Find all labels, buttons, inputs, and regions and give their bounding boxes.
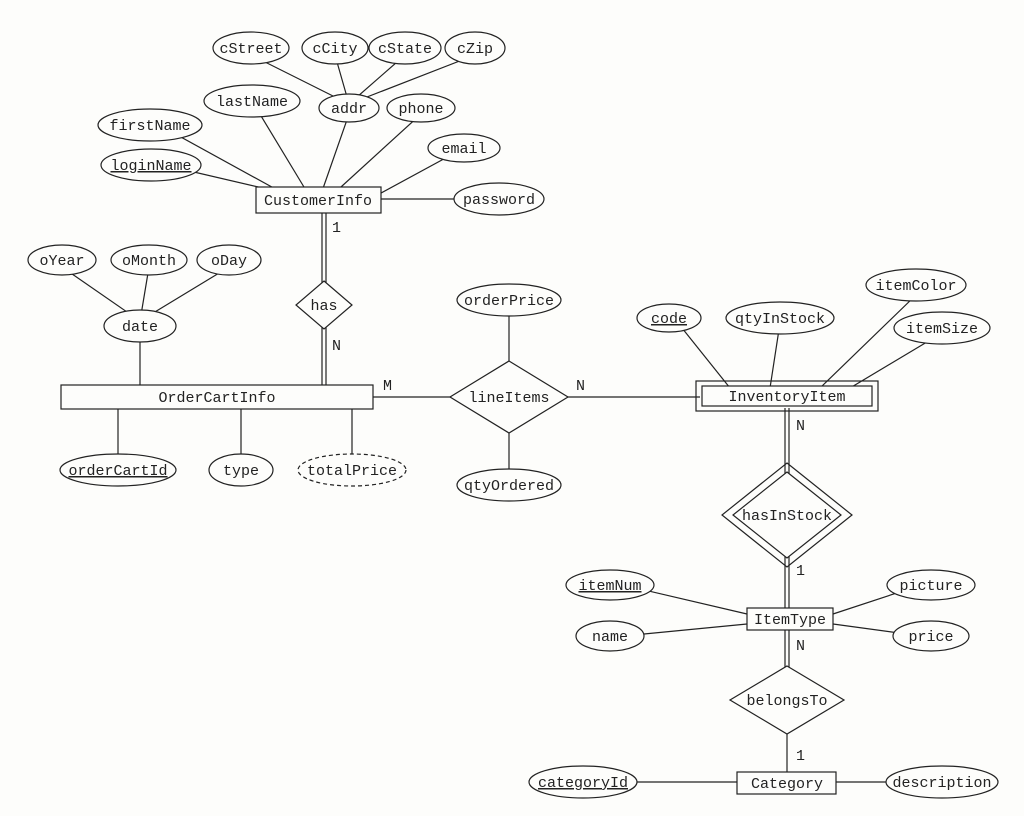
er-diagram: 1 N M N N 1 N 1 Customer <box>0 0 1024 816</box>
entity-ordercartinfo: OrderCartInfo <box>61 385 373 409</box>
attr-ordercartid-label: orderCartId <box>68 463 167 480</box>
attr-omonth: oMonth <box>111 245 187 275</box>
attr-ordercartid: orderCartId <box>60 454 176 486</box>
attr-phone: phone <box>387 94 455 122</box>
card-inv-hasstock: N <box>796 418 805 435</box>
attr-qtyinstock-label: qtyInStock <box>735 311 825 328</box>
attr-type: type <box>209 454 273 486</box>
rel-belongsto: belongsTo <box>730 666 844 734</box>
card-itemtype-belongs: N <box>796 638 805 655</box>
line-inv-code <box>678 323 730 388</box>
attr-name-label: name <box>592 629 628 646</box>
rel-belongsto-label: belongsTo <box>746 693 827 710</box>
attr-itemcolor-label: itemColor <box>875 278 956 295</box>
attr-totalprice-label: totalPrice <box>307 463 397 480</box>
attr-itemnum-label: itemNum <box>578 578 641 595</box>
attr-firstname-label: firstName <box>109 118 190 135</box>
rel-has-label: has <box>310 298 337 315</box>
attr-orderprice: orderPrice <box>457 284 561 316</box>
card-lineitems-inv: N <box>576 378 585 395</box>
attr-price: price <box>893 621 969 651</box>
entity-customerinfo-label: CustomerInfo <box>264 193 372 210</box>
attr-itemnum: itemNum <box>566 570 654 600</box>
attr-email-label: email <box>441 141 486 158</box>
rel-lineitems-label: lineItems <box>468 390 549 407</box>
attr-cstate-label: cState <box>378 41 432 58</box>
attr-categoryid-label: categoryId <box>538 775 628 792</box>
attr-phone-label: phone <box>398 101 443 118</box>
attr-czip-label: cZip <box>457 41 493 58</box>
entity-ordercartinfo-label: OrderCartInfo <box>158 390 275 407</box>
card-order-lineitems: M <box>383 378 392 395</box>
attr-addr: addr <box>319 94 379 122</box>
line-cust-phone <box>330 114 421 197</box>
attr-code: code <box>637 304 701 332</box>
attr-oday: oDay <box>197 245 261 275</box>
attr-categoryid: categoryId <box>529 766 637 798</box>
attr-czip: cZip <box>445 32 505 64</box>
attr-qtyinstock: qtyInStock <box>726 302 834 334</box>
attr-itemcolor: itemColor <box>866 269 966 301</box>
attr-date-label: date <box>122 319 158 336</box>
attr-code-label: code <box>651 311 687 328</box>
attr-email: email <box>428 134 500 162</box>
entity-inventoryitem-label: InventoryItem <box>728 389 845 406</box>
attr-qtyordered: qtyOrdered <box>457 469 561 501</box>
attr-oday-label: oDay <box>211 253 247 270</box>
attr-qtyordered-label: qtyOrdered <box>464 478 554 495</box>
attr-ccity: cCity <box>302 32 368 64</box>
entity-inventoryitem: InventoryItem <box>696 381 878 411</box>
attr-lastname: lastName <box>204 85 300 117</box>
attr-firstname: firstName <box>98 109 202 141</box>
entity-category-label: Category <box>751 776 823 793</box>
rel-has: has <box>296 281 352 329</box>
card-belongs-category: 1 <box>796 748 805 765</box>
attr-ccity-label: cCity <box>312 41 357 58</box>
card-cust-has: 1 <box>332 220 341 237</box>
attr-totalprice: totalPrice <box>298 454 406 486</box>
entity-category: Category <box>737 772 836 794</box>
attr-date: date <box>104 310 176 342</box>
attr-picture: picture <box>887 570 975 600</box>
attr-password: password <box>454 183 544 215</box>
rel-hasinstock-label: hasInStock <box>742 508 832 525</box>
attr-oyear-label: oYear <box>39 253 84 270</box>
attr-addr-label: addr <box>331 101 367 118</box>
rel-lineitems: lineItems <box>450 361 568 433</box>
line-cust-addr <box>320 114 349 197</box>
attr-itemsize: itemSize <box>894 312 990 344</box>
attr-description: description <box>886 766 998 798</box>
line-inv-itemcolor <box>820 295 916 388</box>
attr-cstreet-label: cStreet <box>219 41 282 58</box>
card-has-order: N <box>332 338 341 355</box>
attr-orderprice-label: orderPrice <box>464 293 554 310</box>
card-hasstock-itemtype: 1 <box>796 563 805 580</box>
attr-cstate: cState <box>369 32 441 64</box>
attr-oyear: oYear <box>28 245 96 275</box>
attr-description-label: description <box>892 775 991 792</box>
attr-password-label: password <box>463 192 535 209</box>
entity-itemtype-label: ItemType <box>754 612 826 629</box>
attr-loginname-label: loginName <box>110 158 191 175</box>
attr-picture-label: picture <box>899 578 962 595</box>
attr-omonth-label: oMonth <box>122 253 176 270</box>
attr-cstreet: cStreet <box>213 32 289 64</box>
attr-name: name <box>576 621 644 651</box>
attr-itemsize-label: itemSize <box>906 321 978 338</box>
rel-hasinstock: hasInStock <box>722 463 852 567</box>
attr-lastname-label: lastName <box>216 94 288 111</box>
entity-customerinfo: CustomerInfo <box>256 187 381 213</box>
attr-type-label: type <box>223 463 259 480</box>
attr-loginname: loginName <box>101 149 201 181</box>
entity-itemtype: ItemType <box>747 608 833 630</box>
attr-price-label: price <box>908 629 953 646</box>
